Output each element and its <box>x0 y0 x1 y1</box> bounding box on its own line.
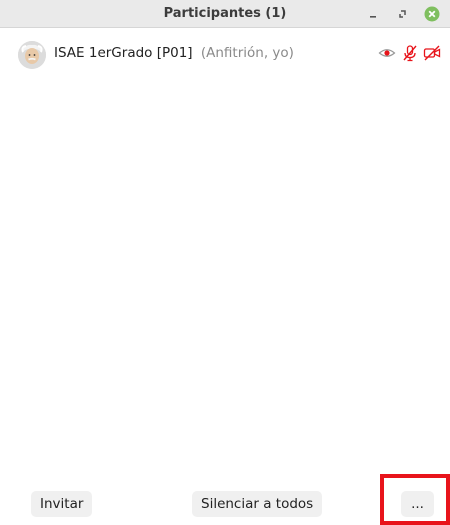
participant-avatar <box>18 41 46 69</box>
maximize-icon[interactable] <box>394 5 412 23</box>
window-titlebar: Participantes (1) <box>0 0 450 28</box>
mute-all-button[interactable]: Silenciar a todos <box>192 491 323 517</box>
participant-row[interactable]: ISAE 1erGrado [P01] (Anfitrión, yo) <box>0 34 450 74</box>
highlight-box <box>380 474 450 525</box>
close-icon[interactable] <box>423 5 441 23</box>
invite-button[interactable]: Invitar <box>31 491 93 517</box>
window-title: Participantes (1) <box>163 6 287 21</box>
minimize-icon[interactable] <box>364 5 382 23</box>
video-off-icon[interactable] <box>423 44 441 62</box>
participant-name-line: ISAE 1erGrado [P01] (Anfitrión, yo) <box>54 45 294 61</box>
mic-muted-icon[interactable] <box>401 44 419 62</box>
participant-name: ISAE 1erGrado [P01] <box>54 45 193 61</box>
recording-icon <box>378 44 396 62</box>
participant-role: (Anfitrión, yo) <box>200 45 294 61</box>
